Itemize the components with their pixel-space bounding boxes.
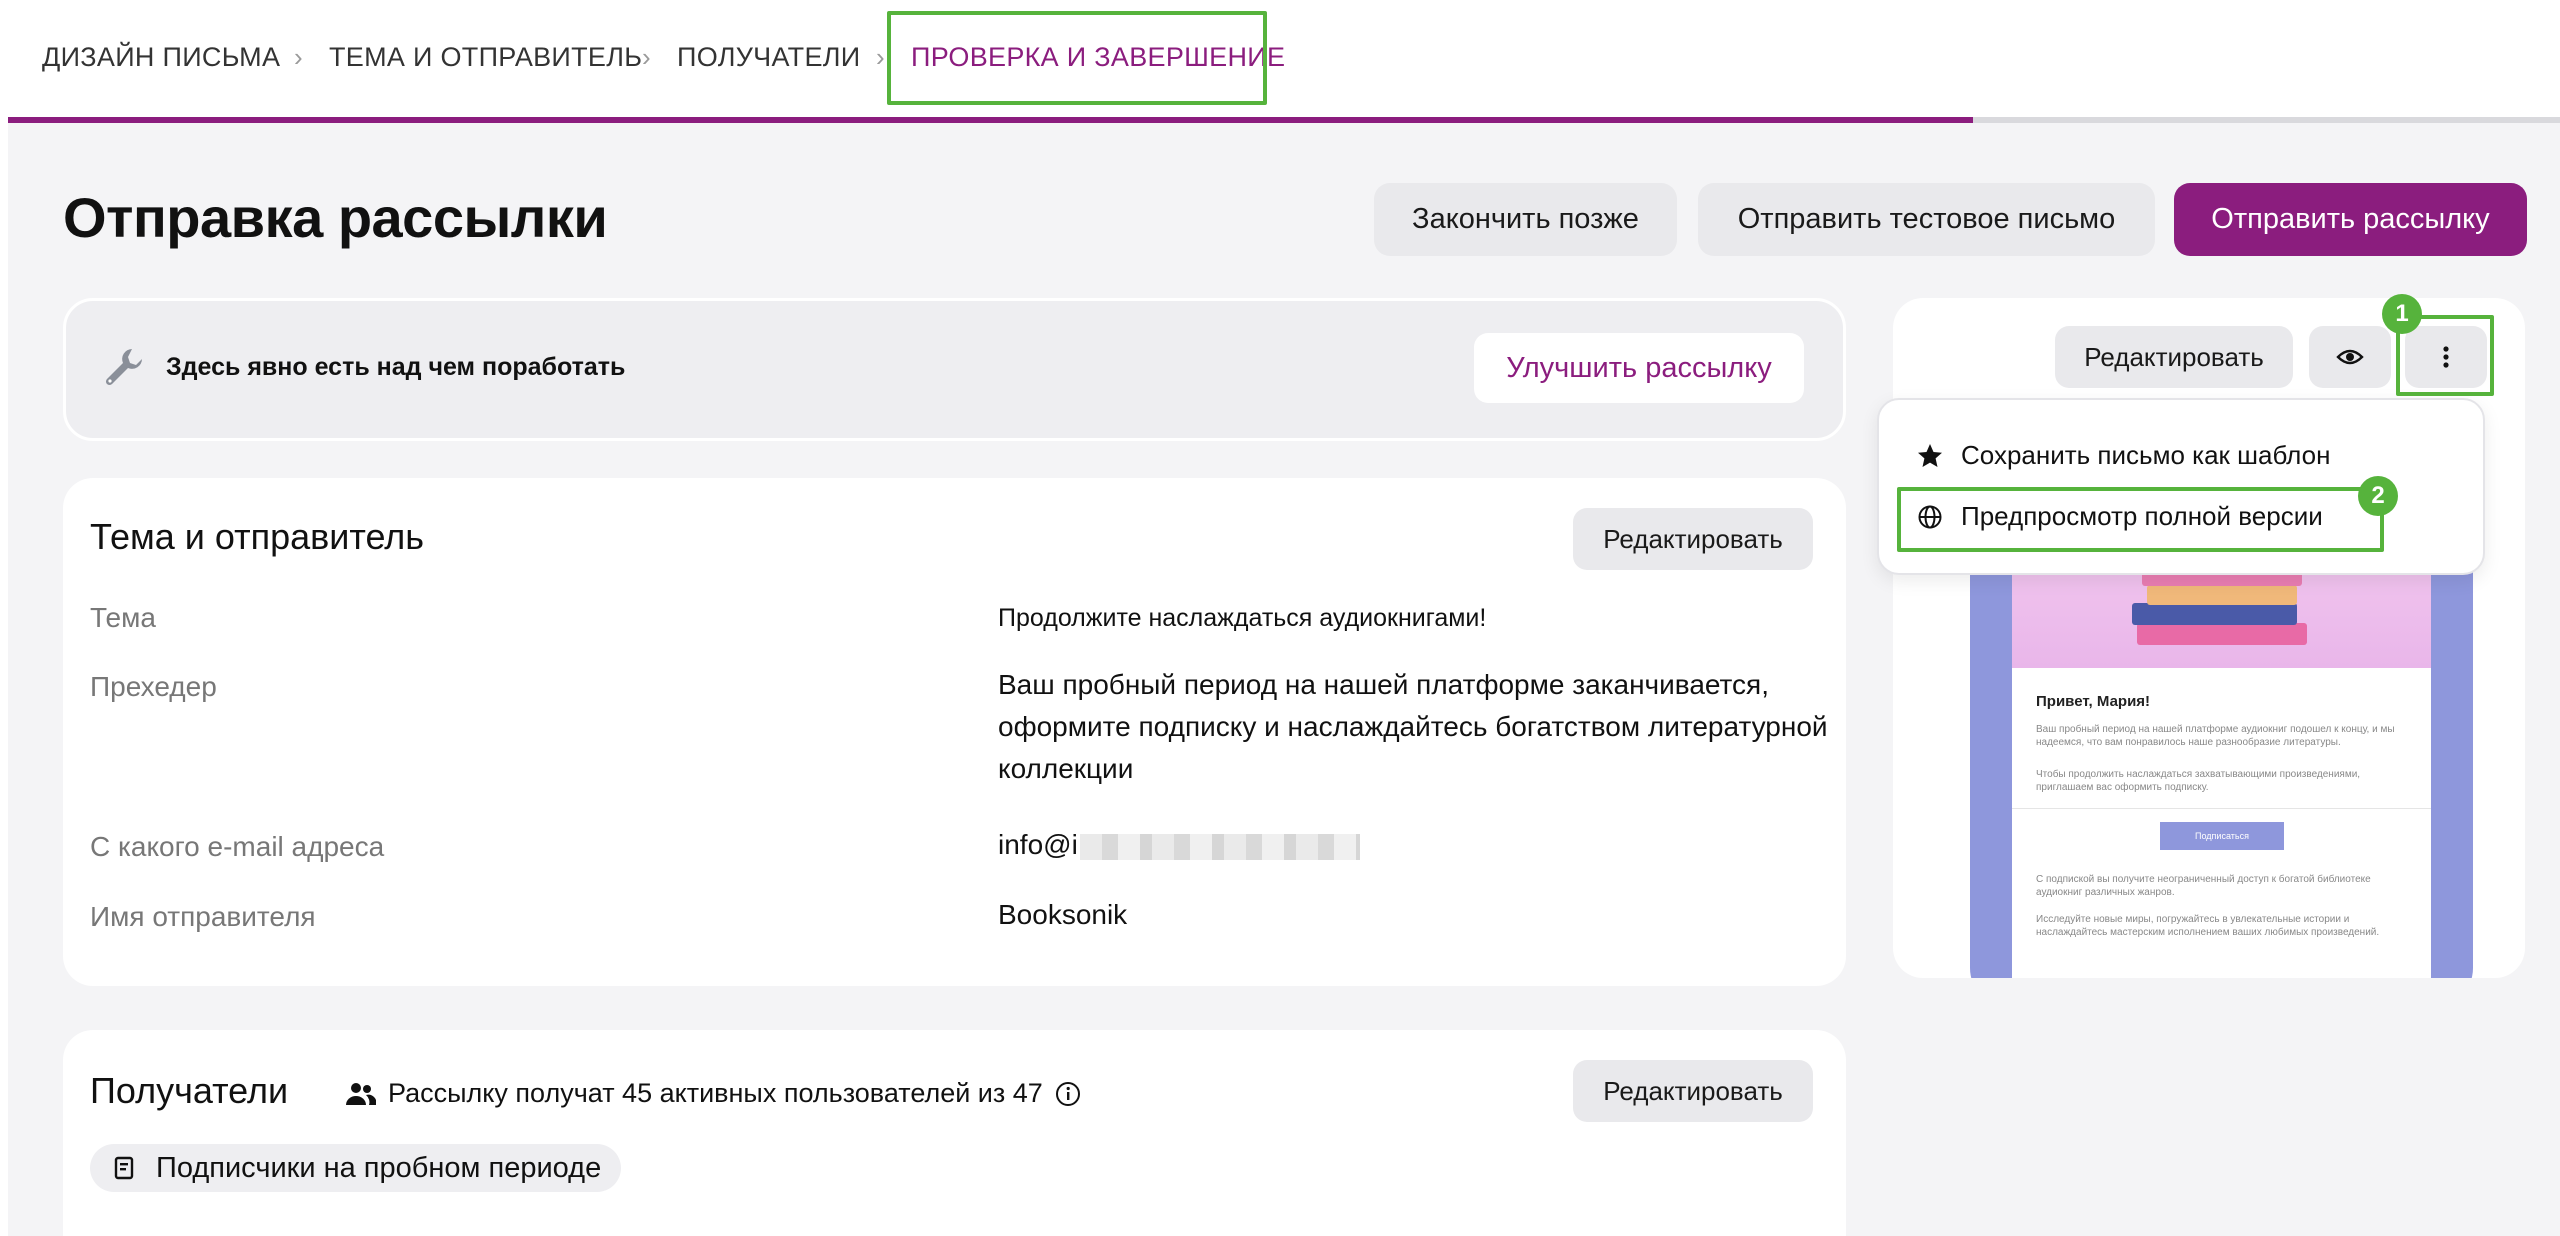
- edit-email-button[interactable]: Редактировать: [2055, 326, 2293, 388]
- subject-label: Тема: [90, 602, 156, 633]
- segment-chip[interactable]: Подписчики на пробном периоде: [90, 1144, 622, 1192]
- wrench-icon: [105, 349, 142, 386]
- highlight-frame: [1897, 487, 2384, 552]
- preheader-label: Прехедер: [90, 671, 217, 702]
- step-badge-2: 2: [2358, 476, 2398, 516]
- chevron-right-icon: ›: [876, 42, 885, 72]
- email-paragraph: С подпиской вы получите неограниченный д…: [2036, 874, 2371, 898]
- list-doc-icon: [114, 1156, 134, 1180]
- step-badge-1: 1: [2382, 294, 2422, 334]
- wizard-steps: ДИЗАЙН ПИСЬМА › ТЕМА И ОТПРАВИТЕЛЬ › ПОЛ…: [0, 0, 2560, 122]
- menu-item-label: Сохранить письмо как шаблон: [1961, 440, 2331, 470]
- chevron-right-icon: ›: [294, 42, 303, 72]
- main-content: Отправка рассылки Закончить позже Отправ…: [8, 123, 2560, 1236]
- eye-icon: [2336, 349, 2364, 365]
- improve-banner: Здесь явно есть над чем поработать Улучш…: [63, 298, 1846, 441]
- improve-campaign-button[interactable]: Улучшить рассылку: [1474, 333, 1804, 403]
- highlight-frame: [887, 11, 1267, 105]
- recipients-count-text: Рассылку получат 45 активных пользовател…: [388, 1078, 1043, 1108]
- email-preview-body: Привет, Мария! Ваш пробный период на наш…: [2012, 528, 2431, 978]
- email-subscribe-button: Подписаться: [2160, 822, 2284, 850]
- step-recipients[interactable]: ПОЛУЧАТЕЛИ: [677, 42, 861, 73]
- email-paragraph: Ваш пробный период на нашей платформе ау…: [2036, 724, 2395, 748]
- subject-sender-card: Тема и отправитель Редактировать Тема Пр…: [63, 478, 1846, 986]
- segment-name: Подписчики на пробном периоде: [156, 1151, 602, 1184]
- menu-save-as-template[interactable]: Сохранить письмо как шаблон: [1917, 440, 2330, 471]
- email-greeting: Привет, Мария!: [2036, 693, 2151, 710]
- sender-name-value: Booksonik: [998, 899, 1128, 930]
- users-icon: [346, 1082, 376, 1105]
- from-email-text: info@i: [998, 829, 1078, 860]
- preheader-value: Ваш пробный период на нашей платформе за…: [998, 669, 1828, 784]
- chevron-right-icon: ›: [642, 42, 651, 72]
- from-email-value: info@i: [998, 824, 1360, 866]
- sender-name-label: Имя отправителя: [90, 901, 316, 932]
- edit-subject-button[interactable]: Редактировать: [1573, 508, 1813, 570]
- page-title: Отправка рассылки: [63, 186, 608, 249]
- step-design[interactable]: ДИЗАЙН ПИСЬМА: [42, 42, 280, 73]
- email-divider: [2012, 808, 2431, 809]
- banner-text: Здесь явно есть над чем поработать: [166, 353, 626, 381]
- preview-eye-button[interactable]: [2309, 326, 2391, 388]
- edit-recipients-button[interactable]: Редактировать: [1573, 1060, 1813, 1122]
- recipients-info: Рассылку получат 45 активных пользовател…: [346, 1078, 1081, 1109]
- send-test-button[interactable]: Отправить тестовое письмо: [1698, 183, 2155, 256]
- email-paragraph: Исследуйте новые миры, погружайтесь в ув…: [2036, 914, 2380, 938]
- send-campaign-button[interactable]: Отправить рассылку: [2174, 183, 2527, 256]
- recipients-card: Получатели Рассылку получат 45 активных …: [63, 1030, 1846, 1236]
- card-title: Получатели: [90, 1070, 289, 1111]
- info-icon[interactable]: [1055, 1081, 1081, 1107]
- card-title: Тема и отправитель: [90, 516, 425, 557]
- step-subject-sender[interactable]: ТЕМА И ОТПРАВИТЕЛЬ: [329, 42, 642, 73]
- subject-value: Продолжите наслаждаться аудиокнигами!: [998, 604, 1487, 632]
- star-icon: [1918, 443, 1942, 467]
- email-preview-frame: Привет, Мария! Ваш пробный период на наш…: [1970, 528, 2473, 978]
- redacted-email: [1079, 833, 1360, 860]
- finish-later-button[interactable]: Закончить позже: [1374, 183, 1677, 256]
- from-email-label: С какого e-mail адреса: [90, 831, 385, 862]
- email-paragraph: Чтобы продолжить наслаждаться захватываю…: [2036, 769, 2361, 793]
